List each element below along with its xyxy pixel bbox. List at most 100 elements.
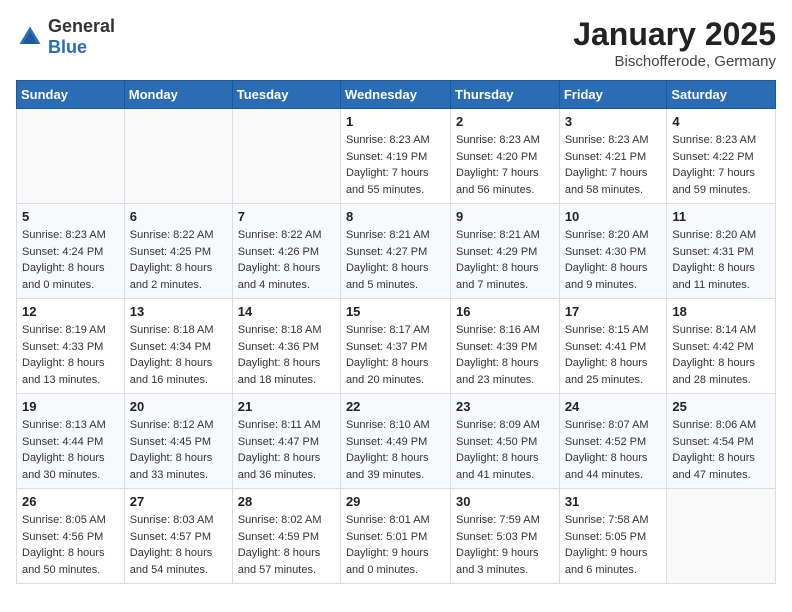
day-number: 1 bbox=[346, 114, 445, 129]
day-info: Sunrise: 7:59 AM Sunset: 5:03 PM Dayligh… bbox=[456, 512, 554, 578]
day-info: Sunrise: 7:58 AM Sunset: 5:05 PM Dayligh… bbox=[565, 512, 662, 578]
calendar-cell: 29 Sunrise: 8:01 AM Sunset: 5:01 PM Dayli… bbox=[340, 489, 450, 584]
day-info: Sunrise: 8:18 AM Sunset: 4:36 PM Dayligh… bbox=[238, 322, 335, 388]
calendar-week-row: 5 Sunrise: 8:23 AM Sunset: 4:24 PM Daylig… bbox=[17, 204, 776, 299]
logo-blue: Blue bbox=[48, 37, 87, 57]
day-info: Sunrise: 8:23 AM Sunset: 4:20 PM Dayligh… bbox=[456, 132, 554, 198]
day-number: 22 bbox=[346, 399, 445, 414]
calendar-cell: 2 Sunrise: 8:23 AM Sunset: 4:20 PM Daylig… bbox=[451, 109, 560, 204]
day-number: 28 bbox=[238, 494, 335, 509]
day-number: 2 bbox=[456, 114, 554, 129]
day-info: Sunrise: 8:16 AM Sunset: 4:39 PM Dayligh… bbox=[456, 322, 554, 388]
day-info: Sunrise: 8:22 AM Sunset: 4:26 PM Dayligh… bbox=[238, 227, 335, 293]
page-header: General Blue January 2025 Bischofferode,… bbox=[16, 16, 776, 70]
logo-general: General bbox=[48, 16, 115, 36]
day-number: 29 bbox=[346, 494, 445, 509]
calendar-cell: 7Sunrise: 8:22 AM Sunset: 4:26 PM Daylig… bbox=[232, 204, 340, 299]
calendar-cell: 20 Sunrise: 8:12 AM Sunset: 4:45 PM Dayli… bbox=[124, 394, 232, 489]
day-number: 17 bbox=[565, 304, 662, 319]
day-number: 9 bbox=[456, 209, 554, 224]
weekday-header-monday: Monday bbox=[124, 81, 232, 109]
calendar-cell: 13 Sunrise: 8:18 AM Sunset: 4:34 PM Dayli… bbox=[124, 299, 232, 394]
day-number: 21 bbox=[238, 399, 335, 414]
day-number: 20 bbox=[130, 399, 227, 414]
day-number: 12 bbox=[22, 304, 119, 319]
day-number: 14 bbox=[238, 304, 335, 319]
day-info: Sunrise: 8:06 AM Sunset: 4:54 PM Dayligh… bbox=[672, 417, 770, 483]
logo-text: General Blue bbox=[48, 16, 115, 58]
day-info: Sunrise: 8:10 AM Sunset: 4:49 PM Dayligh… bbox=[346, 417, 445, 483]
weekday-header-saturday: Saturday bbox=[667, 81, 776, 109]
day-info: Sunrise: 8:21 AM Sunset: 4:29 PM Dayligh… bbox=[456, 227, 554, 293]
weekday-header-tuesday: Tuesday bbox=[232, 81, 340, 109]
calendar-week-row: 1 Sunrise: 8:23 AM Sunset: 4:19 PM Daylig… bbox=[17, 109, 776, 204]
calendar-week-row: 12 Sunrise: 8:19 AM Sunset: 4:33 PM Dayli… bbox=[17, 299, 776, 394]
calendar-cell: 24 Sunrise: 8:07 AM Sunset: 4:52 PM Dayli… bbox=[559, 394, 667, 489]
day-number: 6 bbox=[130, 209, 227, 224]
calendar-week-row: 26 Sunrise: 8:05 AM Sunset: 4:56 PM Dayli… bbox=[17, 489, 776, 584]
day-number: 13 bbox=[130, 304, 227, 319]
calendar-cell: 15Sunrise: 8:17 AM Sunset: 4:37 PM Dayli… bbox=[340, 299, 450, 394]
calendar-cell: 5 Sunrise: 8:23 AM Sunset: 4:24 PM Daylig… bbox=[17, 204, 125, 299]
weekday-header-wednesday: Wednesday bbox=[340, 81, 450, 109]
calendar-cell: 10 Sunrise: 8:20 AM Sunset: 4:30 PM Dayli… bbox=[559, 204, 667, 299]
day-info: Sunrise: 8:23 AM Sunset: 4:21 PM Dayligh… bbox=[565, 132, 662, 198]
day-number: 26 bbox=[22, 494, 119, 509]
day-info: Sunrise: 8:03 AM Sunset: 4:57 PM Dayligh… bbox=[130, 512, 227, 578]
calendar-cell: 17Sunrise: 8:15 AM Sunset: 4:41 PM Dayli… bbox=[559, 299, 667, 394]
calendar-week-row: 19Sunrise: 8:13 AM Sunset: 4:44 PM Dayli… bbox=[17, 394, 776, 489]
day-number: 19 bbox=[22, 399, 119, 414]
calendar-cell: 27 Sunrise: 8:03 AM Sunset: 4:57 PM Dayli… bbox=[124, 489, 232, 584]
calendar-cell: 14 Sunrise: 8:18 AM Sunset: 4:36 PM Dayli… bbox=[232, 299, 340, 394]
day-info: Sunrise: 8:01 AM Sunset: 5:01 PM Dayligh… bbox=[346, 512, 445, 578]
day-info: Sunrise: 8:02 AM Sunset: 4:59 PM Dayligh… bbox=[238, 512, 335, 578]
day-info: Sunrise: 8:14 AM Sunset: 4:42 PM Dayligh… bbox=[672, 322, 770, 388]
day-number: 5 bbox=[22, 209, 119, 224]
logo: General Blue bbox=[16, 16, 115, 58]
calendar-cell: 1 Sunrise: 8:23 AM Sunset: 4:19 PM Daylig… bbox=[340, 109, 450, 204]
calendar-cell: 19Sunrise: 8:13 AM Sunset: 4:44 PM Dayli… bbox=[17, 394, 125, 489]
calendar-cell: 25 Sunrise: 8:06 AM Sunset: 4:54 PM Dayli… bbox=[667, 394, 776, 489]
calendar-cell: 11 Sunrise: 8:20 AM Sunset: 4:31 PM Dayli… bbox=[667, 204, 776, 299]
calendar-subtitle: Bischofferode, Germany bbox=[573, 53, 776, 70]
day-info: Sunrise: 8:11 AM Sunset: 4:47 PM Dayligh… bbox=[238, 417, 335, 483]
day-number: 10 bbox=[565, 209, 662, 224]
day-number: 8 bbox=[346, 209, 445, 224]
day-number: 3 bbox=[565, 114, 662, 129]
weekday-header-thursday: Thursday bbox=[451, 81, 560, 109]
day-number: 16 bbox=[456, 304, 554, 319]
day-info: Sunrise: 8:22 AM Sunset: 4:25 PM Dayligh… bbox=[130, 227, 227, 293]
day-info: Sunrise: 8:21 AM Sunset: 4:27 PM Dayligh… bbox=[346, 227, 445, 293]
calendar-cell: 4 Sunrise: 8:23 AM Sunset: 4:22 PM Daylig… bbox=[667, 109, 776, 204]
day-number: 11 bbox=[672, 209, 770, 224]
day-info: Sunrise: 8:05 AM Sunset: 4:56 PM Dayligh… bbox=[22, 512, 119, 578]
day-number: 24 bbox=[565, 399, 662, 414]
day-number: 15 bbox=[346, 304, 445, 319]
day-info: Sunrise: 8:09 AM Sunset: 4:50 PM Dayligh… bbox=[456, 417, 554, 483]
day-number: 31 bbox=[565, 494, 662, 509]
day-number: 18 bbox=[672, 304, 770, 319]
calendar-cell: 8 Sunrise: 8:21 AM Sunset: 4:27 PM Daylig… bbox=[340, 204, 450, 299]
calendar-cell bbox=[232, 109, 340, 204]
day-info: Sunrise: 8:23 AM Sunset: 4:19 PM Dayligh… bbox=[346, 132, 445, 198]
calendar-cell: 30 Sunrise: 7:59 AM Sunset: 5:03 PM Dayli… bbox=[451, 489, 560, 584]
day-number: 25 bbox=[672, 399, 770, 414]
day-info: Sunrise: 8:07 AM Sunset: 4:52 PM Dayligh… bbox=[565, 417, 662, 483]
day-number: 23 bbox=[456, 399, 554, 414]
day-number: 30 bbox=[456, 494, 554, 509]
day-info: Sunrise: 8:23 AM Sunset: 4:24 PM Dayligh… bbox=[22, 227, 119, 293]
day-number: 4 bbox=[672, 114, 770, 129]
calendar-cell bbox=[667, 489, 776, 584]
weekday-header-row: SundayMondayTuesdayWednesdayThursdayFrid… bbox=[17, 81, 776, 109]
calendar-cell bbox=[17, 109, 125, 204]
day-info: Sunrise: 8:23 AM Sunset: 4:22 PM Dayligh… bbox=[672, 132, 770, 198]
day-info: Sunrise: 8:18 AM Sunset: 4:34 PM Dayligh… bbox=[130, 322, 227, 388]
day-info: Sunrise: 8:20 AM Sunset: 4:31 PM Dayligh… bbox=[672, 227, 770, 293]
day-info: Sunrise: 8:12 AM Sunset: 4:45 PM Dayligh… bbox=[130, 417, 227, 483]
day-number: 27 bbox=[130, 494, 227, 509]
day-info: Sunrise: 8:19 AM Sunset: 4:33 PM Dayligh… bbox=[22, 322, 119, 388]
calendar-cell: 9 Sunrise: 8:21 AM Sunset: 4:29 PM Daylig… bbox=[451, 204, 560, 299]
day-info: Sunrise: 8:20 AM Sunset: 4:30 PM Dayligh… bbox=[565, 227, 662, 293]
calendar-cell bbox=[124, 109, 232, 204]
logo-icon bbox=[16, 23, 44, 51]
